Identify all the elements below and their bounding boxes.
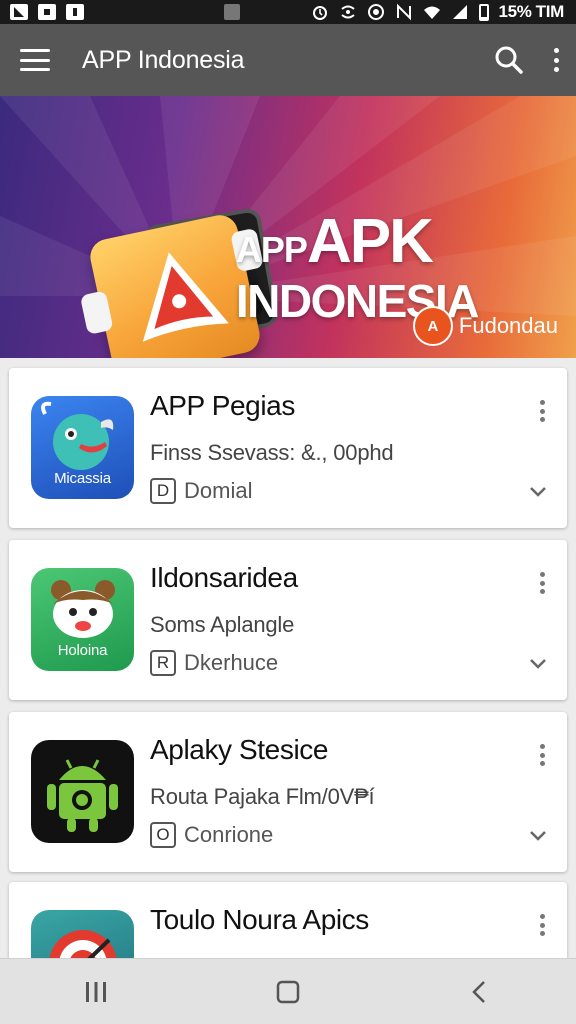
app-icon: Micassia xyxy=(31,396,134,499)
notification-icon xyxy=(10,4,28,20)
system-nav-bar xyxy=(0,958,576,1024)
tag-text: Conrione xyxy=(184,822,274,847)
notification-icon xyxy=(224,4,240,20)
app-subtitle: Finss Ssevass: &., 00phd xyxy=(150,440,394,465)
app-title: Ildonsaridea xyxy=(150,562,298,593)
search-icon[interactable] xyxy=(494,45,524,75)
more-vert-icon[interactable] xyxy=(539,914,545,936)
more-vert-icon[interactable] xyxy=(552,48,560,72)
recents-icon[interactable] xyxy=(76,972,116,1012)
notification-icon xyxy=(38,4,56,20)
app-card[interactable]: Aplaky Stesice Routa Pajaka Flm/0V₱í O C… xyxy=(9,712,567,872)
alarm-icon xyxy=(312,6,327,20)
android-icon xyxy=(47,759,118,832)
data-saver-icon xyxy=(367,4,384,20)
tag-icon: O xyxy=(150,822,176,848)
app-title: APP Pegias xyxy=(150,390,295,421)
banner-line1-small: APP xyxy=(235,229,308,270)
promo-banner[interactable]: APPAPK INDONESIA A Fudondau xyxy=(0,96,576,358)
app-title: Aplaky Stesice xyxy=(150,734,329,765)
sync-icon xyxy=(340,5,355,19)
app-tag: D Domial xyxy=(150,478,252,504)
notification-icon xyxy=(66,4,84,20)
app-icon: Holoina xyxy=(31,568,134,671)
app-tag: O Conrione xyxy=(150,822,273,848)
signal-icon xyxy=(452,5,467,19)
app-bar: APP Indonesia xyxy=(0,24,576,96)
tag-icon: R xyxy=(150,650,176,676)
app-card[interactable]: Holoina Ildonsaridea Soms Aplangle R Dke… xyxy=(9,540,567,700)
app-title: APP Indonesia xyxy=(82,45,245,74)
alert-triangle-icon xyxy=(142,252,229,342)
chevron-down-icon[interactable] xyxy=(527,652,549,674)
tag-icon: D xyxy=(150,478,176,504)
carrier-name: TIM xyxy=(535,2,565,21)
banner-line1-big: APK xyxy=(306,207,434,276)
chevron-down-icon[interactable] xyxy=(527,824,549,846)
status-left xyxy=(10,4,240,20)
app-tag: R Dkerhuce xyxy=(150,650,278,676)
app-card[interactable]: Micassia APP Pegias Finss Ssevass: &., 0… xyxy=(9,368,567,528)
battery-percent: 15% xyxy=(498,2,532,21)
nfc-icon xyxy=(396,3,411,21)
app-title: Toulo Noura Apics xyxy=(150,904,369,935)
more-vert-icon[interactable] xyxy=(539,572,545,594)
tag-text: Domial xyxy=(184,478,253,503)
status-right: 15% TIM xyxy=(311,2,565,22)
app-icon xyxy=(31,740,134,843)
more-vert-icon[interactable] xyxy=(539,400,545,422)
brand-logo: A xyxy=(412,306,453,346)
app-icon-label: Micassia xyxy=(54,470,111,487)
home-icon[interactable] xyxy=(268,972,308,1012)
app-icon-label: Holoina xyxy=(57,642,108,659)
banner-brand: A Fudondau xyxy=(412,306,558,346)
back-icon[interactable] xyxy=(460,972,500,1012)
wifi-icon xyxy=(423,6,440,19)
app-subtitle: Routa Pajaka Flm/0V₱í xyxy=(150,784,375,809)
app-subtitle: Soms Aplangle xyxy=(150,612,295,637)
more-vert-icon[interactable] xyxy=(539,744,545,766)
menu-icon[interactable] xyxy=(20,49,50,71)
status-bar: 15% TIM xyxy=(0,0,576,24)
battery-icon xyxy=(478,3,489,21)
chevron-down-icon[interactable] xyxy=(527,480,549,502)
brand-name: Fudondau xyxy=(458,313,558,338)
tag-text: Dkerhuce xyxy=(184,650,279,675)
